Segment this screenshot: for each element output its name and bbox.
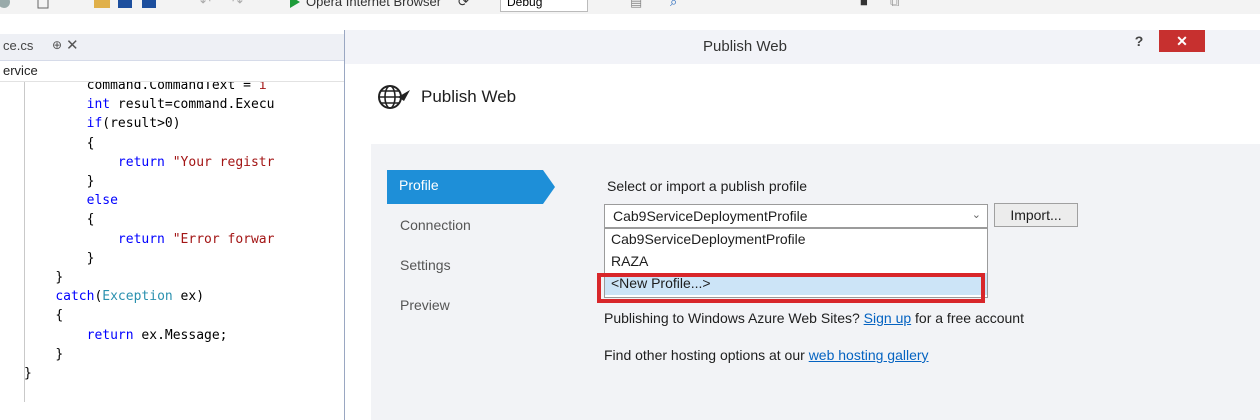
sidebar-item-connection[interactable]: Connection: [400, 217, 471, 233]
code-line: }: [55, 270, 64, 285]
run-target-label[interactable]: Opera Internet Browser: [306, 0, 441, 9]
type-navigation-label: ervice: [3, 63, 38, 78]
folder-icon[interactable]: [94, 0, 112, 10]
refresh-icon[interactable]: ⟳: [458, 0, 469, 10]
sidebar-item-preview[interactable]: Preview: [400, 297, 450, 313]
dialog-body: Publish Web Profile Connection Settings …: [345, 64, 1260, 420]
code-line: catch(Exception ex): [55, 289, 205, 305]
circle-icon[interactable]: [0, 0, 14, 10]
close-button[interactable]: ✕: [1159, 30, 1205, 52]
save-all-icon[interactable]: [142, 0, 160, 10]
redo-icon[interactable]: ↷: [232, 0, 243, 10]
sidebar-item-label: Profile: [399, 177, 439, 193]
code-line: {: [86, 212, 95, 228]
wizard-panel: Profile Connection Settings Preview Sele…: [371, 144, 1260, 420]
dialog-title: Publish Web: [703, 38, 787, 55]
code-line: {: [86, 135, 95, 151]
bookmark-icon[interactable]: ■: [860, 0, 868, 9]
sidebar-item-profile[interactable]: Profile: [387, 170, 555, 204]
profile-option[interactable]: Cab9ServiceDeploymentProfile: [605, 229, 987, 251]
pin-icon[interactable]: ⊕: [52, 38, 62, 52]
highlight-box: [597, 273, 985, 303]
save-icon[interactable]: [118, 0, 136, 10]
ide-toolbar: ↶ ↷ Opera Internet Browser ⟳ Debug ▤ ⌕ ■…: [0, 0, 1260, 14]
code-line: return "Your registr: [117, 154, 275, 170]
play-icon[interactable]: [290, 0, 302, 10]
code-editor[interactable]: command.CommandText = i int result=comma…: [0, 82, 344, 420]
toolbar-icon-a[interactable]: ▤: [630, 0, 642, 10]
find-icon[interactable]: ⌕: [670, 0, 677, 10]
dialog-header-title: Publish Web: [421, 87, 517, 106]
code-line: }: [86, 250, 95, 266]
code-line: {: [55, 308, 64, 324]
code-line: int result=command.Execu: [86, 97, 275, 113]
code-line: else: [86, 193, 118, 209]
code-line: command.CommandText = i: [86, 82, 267, 93]
close-tab-icon[interactable]: ✕: [66, 36, 79, 54]
profile-select-value: Cab9ServiceDeploymentProfile: [613, 208, 808, 224]
code-line: }: [24, 366, 32, 381]
profile-option[interactable]: RAZA: [605, 251, 987, 273]
profile-select[interactable]: Cab9ServiceDeploymentProfile ⌄: [604, 204, 988, 228]
code-line: return ex.Message;: [86, 327, 228, 343]
sidebar-item-settings[interactable]: Settings: [400, 257, 451, 273]
help-button[interactable]: ?: [1127, 33, 1151, 53]
sign-up-link[interactable]: Sign up: [864, 310, 911, 326]
editor-tab-bar: ce.cs ⊕ ✕: [0, 34, 344, 61]
code-line: }: [55, 346, 64, 362]
import-button[interactable]: Import...: [994, 203, 1078, 227]
chevron-down-icon: ⌄: [971, 208, 981, 221]
configuration-select[interactable]: Debug: [500, 0, 588, 12]
editor-tab-label[interactable]: ce.cs: [3, 38, 33, 53]
undo-icon[interactable]: ↶: [200, 0, 211, 10]
dialog-titlebar[interactable]: Publish Web ? ✕: [345, 30, 1260, 64]
next-bookmark-icon[interactable]: ⧉: [890, 0, 899, 10]
globe-publish-icon: [378, 85, 410, 109]
azure-signup-text: Publishing to Windows Azure Web Sites? S…: [604, 310, 1024, 326]
code-line: }: [86, 174, 95, 189]
hosting-options-text: Find other hosting options at our web ho…: [604, 347, 929, 363]
publish-web-dialog: Publish Web ? ✕ Publish Web Profile Conn…: [344, 30, 1260, 420]
profile-prompt: Select or import a publish profile: [607, 178, 807, 194]
code-line: if(result>0): [86, 116, 181, 132]
type-navigation-bar[interactable]: ervice: [0, 61, 344, 82]
new-file-icon[interactable]: [36, 0, 50, 10]
code-line: return "Error forwar: [117, 231, 275, 247]
web-hosting-gallery-link[interactable]: web hosting gallery: [809, 347, 929, 363]
